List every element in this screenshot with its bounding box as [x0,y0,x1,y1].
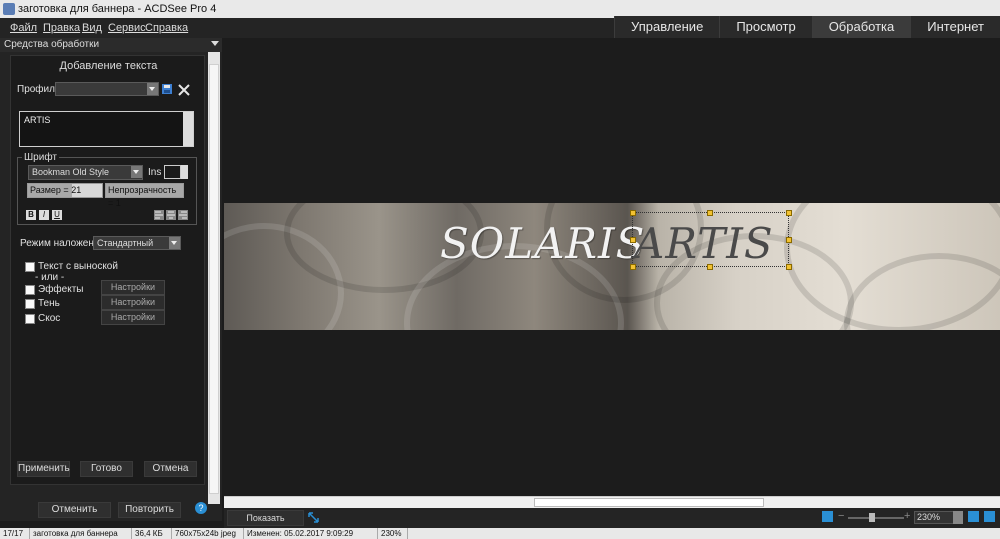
horizontal-scrollbar[interactable] [224,496,1000,508]
effects-checkbox[interactable] [25,285,35,295]
text-solaris: SOLARIS [440,219,646,268]
zoom-in-icon[interactable]: + [904,510,910,522]
bevel-label: Скос [38,313,61,324]
font-value: Bookman Old Style [32,167,110,177]
color-dropdown-icon[interactable] [181,165,188,179]
show-previous-button[interactable]: Показать прежнее [227,510,304,537]
underline-button[interactable]: U [52,210,62,220]
tab-manage[interactable]: Управление [614,16,720,38]
text-selection-box[interactable] [632,212,789,267]
callout-label: Текст с выноской [38,261,118,272]
navigator-icon[interactable] [984,511,995,522]
zoom-out-icon[interactable]: − [838,510,844,522]
panel-title: Средства обработки [4,39,100,50]
opacity-slider[interactable]: Непрозрачность = 1 [105,183,184,208]
status-dimensions: 760x75x24b jpeg [172,528,244,539]
italic-button[interactable]: I [39,210,49,220]
resize-handle[interactable] [707,264,713,270]
panel-scrollbar[interactable] [208,52,220,504]
mode-tabs: Управление Просмотр Обработка Интернет [614,16,1000,38]
resize-handle[interactable] [707,210,713,216]
effects-settings-button[interactable]: Настройки [101,280,165,295]
align-left-icon[interactable] [154,210,164,220]
chevron-down-icon [131,166,142,178]
resize-handle[interactable] [786,237,792,243]
done-button[interactable]: Готово [80,461,133,477]
resize-handle[interactable] [630,237,636,243]
bevel-settings-button[interactable]: Настройки [101,310,165,325]
size-slider[interactable]: Размер = 21 [27,183,103,198]
horizontal-scrollbar-thumb[interactable] [534,498,764,507]
save-profile-icon[interactable] [162,84,172,94]
bold-button[interactable]: B [26,210,36,220]
apply-button[interactable]: Применить [17,461,70,477]
effects-label: Эффекты [38,284,84,295]
fit-image-icon[interactable] [822,511,833,522]
status-zoom: 230% [378,528,408,539]
shadow-settings-button[interactable]: Настройки [101,295,165,310]
menu-view[interactable]: Вид [82,22,102,34]
blend-mode-value: Стандартный [97,238,154,248]
resize-handle[interactable] [786,210,792,216]
text-input-scrollbar[interactable] [183,112,193,146]
text-input-value: ARTIS [24,115,51,125]
bevel-checkbox[interactable] [25,314,35,324]
help-icon[interactable]: ? [195,502,207,514]
ins-label: Ins [148,167,162,178]
tab-process[interactable]: Обработка [811,16,911,38]
menu-help[interactable]: Справка [145,22,188,34]
dialog-title: Добавление текста [59,60,158,72]
align-right-icon[interactable] [178,210,188,220]
text-input[interactable]: ARTIS [19,111,194,147]
blend-mode-select[interactable]: Стандартный [93,236,181,250]
font-group-label: Шрифт [22,152,59,163]
window-title: заготовка для баннера - ACDSee Pro 4 [18,3,217,15]
zoom-value: 230% [917,512,941,522]
status-bar: 17/17 заготовка для баннера 36,4 КБ 760x… [0,528,1000,539]
undo-button[interactable]: Отменить [38,502,111,518]
app-icon [3,3,15,15]
viewer-footer: Показать прежнее − + 230% [224,508,1000,537]
resize-handle[interactable] [630,210,636,216]
move-icon[interactable] [308,512,319,523]
zoom-slider-thumb[interactable] [869,513,875,522]
profiles-label: Профили [17,84,61,95]
panel-scrollbar-thumb[interactable] [209,64,219,494]
cancel-button[interactable]: Отмена [144,461,197,477]
color-swatch[interactable] [164,165,181,179]
redo-button[interactable]: Повторить [118,502,181,518]
font-select[interactable]: Bookman Old Style [28,165,143,180]
add-text-dialog: Добавление текста Профили ARTIS Шрифт Bo… [10,55,205,485]
font-group: Шрифт Bookman Old Style Ins Размер = 21 … [17,152,197,225]
menu-file[interactable]: Файл [10,22,37,34]
panel-menu-chevron-icon[interactable] [211,41,219,46]
align-center-icon[interactable] [166,210,176,220]
tab-online[interactable]: Интернет [910,16,1000,38]
profiles-select[interactable] [55,82,159,96]
chevron-down-icon [169,237,180,249]
zoom-slider[interactable] [848,517,904,519]
tab-view[interactable]: Просмотр [719,16,812,38]
callout-checkbox[interactable] [25,262,35,272]
status-modified: Изменен: 05.02.2017 9:09:29 [244,528,378,539]
or-label: - или - [35,272,65,283]
size-slider-label: Размер = 21 [30,185,82,195]
panel-header: Средства обработки [0,38,222,52]
chevron-down-icon[interactable] [953,511,963,524]
chevron-down-icon [147,83,158,95]
shadow-label: Тень [38,298,60,309]
resize-handle[interactable] [630,264,636,270]
status-filesize: 36,4 КБ [132,528,172,539]
banner-image[interactable]: SOLARIS ARTIS [224,203,1000,330]
actual-size-icon[interactable] [968,511,979,522]
status-index: 17/17 [0,528,30,539]
delete-profile-icon[interactable] [178,84,190,96]
resize-handle[interactable] [786,264,792,270]
menu-tools[interactable]: Сервис [108,22,146,34]
status-filename: заготовка для баннера [30,528,132,539]
shadow-checkbox[interactable] [25,299,35,309]
menu-edit[interactable]: Правка [43,22,80,34]
